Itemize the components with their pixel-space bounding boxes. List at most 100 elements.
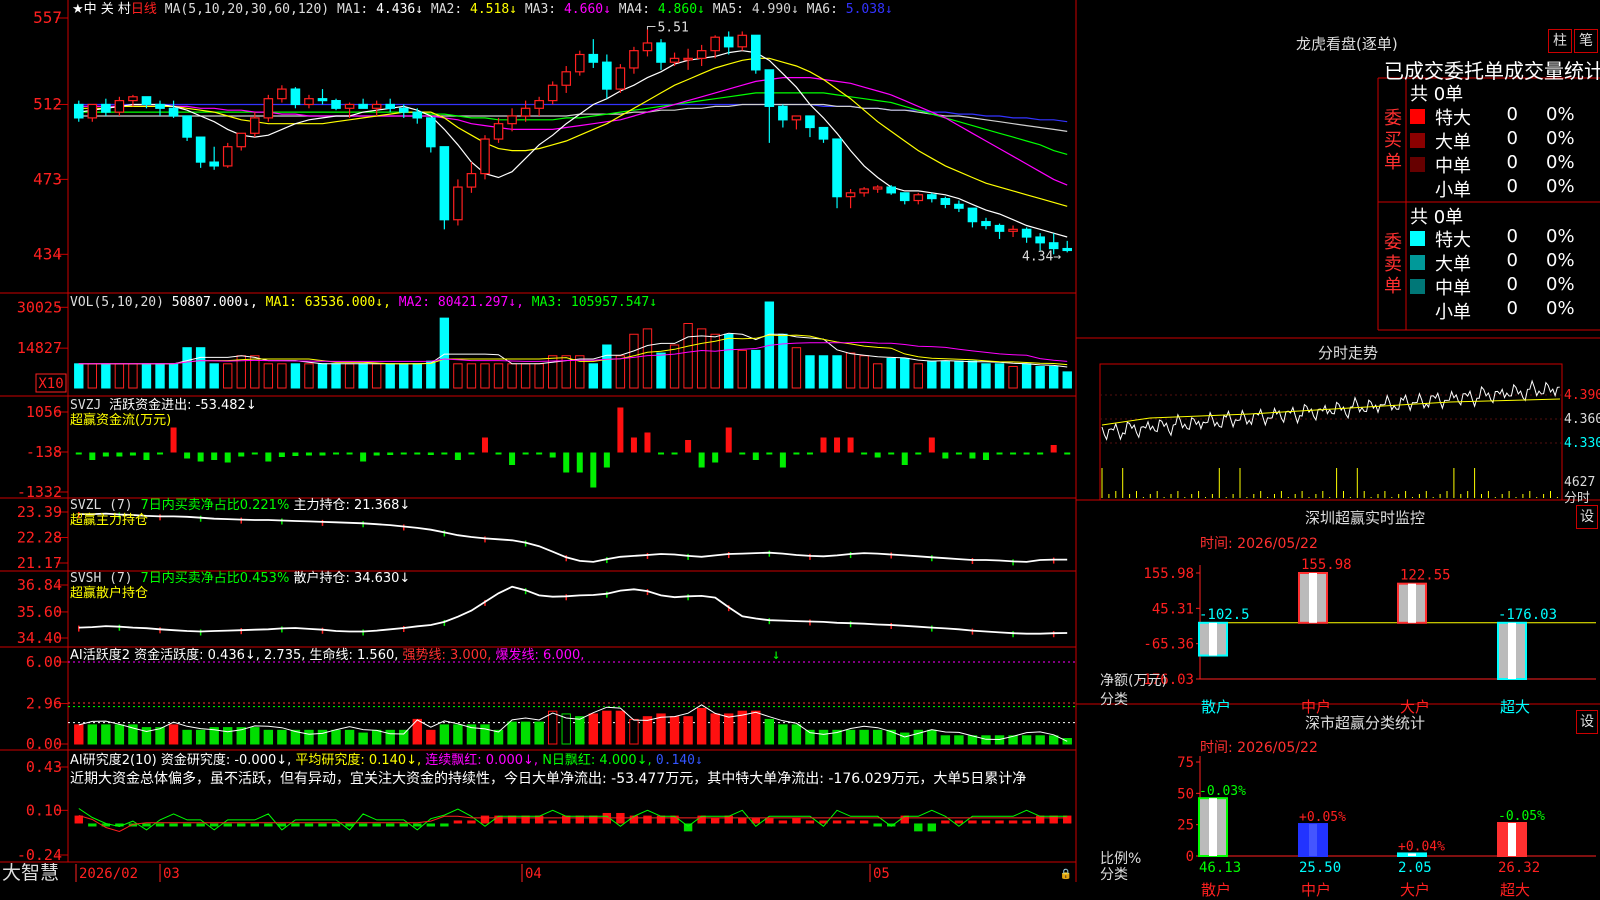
candle-body — [1062, 247, 1073, 252]
order-count: 0 — [1506, 128, 1518, 149]
flow-bar — [170, 427, 177, 453]
candle — [588, 39, 599, 68]
order-count: 0 — [1506, 226, 1518, 247]
candle-body — [669, 57, 680, 63]
volume-bar — [724, 333, 734, 389]
candle — [710, 35, 720, 59]
ai-bar — [426, 729, 436, 745]
candle — [913, 192, 924, 205]
flow-bar — [739, 452, 746, 455]
research-bar — [846, 820, 855, 824]
flow-header: SVZJ 活跃资金进出: -53.482↓ — [70, 397, 257, 413]
ai-bar — [927, 729, 937, 745]
candle-body — [290, 88, 301, 106]
candle-body — [954, 203, 964, 209]
volume-bar — [818, 355, 829, 389]
main-chart-area[interactable]: 557 512 473 434 ★中 关 村日线 MA(5,10,20,30,60,12… — [0, 0, 1100, 900]
flow-bar — [536, 452, 543, 455]
brand-logo: 大智慧 — [2, 862, 59, 884]
candle — [277, 85, 287, 103]
candle — [73, 100, 84, 122]
volume-bar — [141, 363, 152, 389]
candle-body — [439, 146, 450, 221]
candle — [967, 207, 978, 228]
classify-title: 深市超赢分类统计 — [1305, 714, 1426, 732]
candle-body — [222, 146, 233, 167]
ai-bar — [683, 716, 693, 745]
flow-bar — [617, 407, 624, 453]
candle — [87, 103, 98, 122]
research-bar — [88, 823, 97, 827]
ai-tick-label: 2.96 — [26, 695, 62, 713]
flow-bar — [454, 452, 461, 460]
candle-body — [398, 107, 409, 113]
ai-bar — [751, 710, 761, 745]
flow-bar — [238, 452, 245, 457]
candle-body — [358, 103, 368, 109]
candle — [493, 117, 504, 143]
candle — [886, 185, 897, 195]
order-count: 0 — [1506, 152, 1518, 173]
svzl-panel-subtitle: 超赢主力持仓 — [70, 512, 148, 528]
ai-bar — [791, 724, 802, 745]
research-tick-label: 0.43 — [26, 758, 62, 776]
candle-body — [182, 115, 192, 138]
svzl-panel-header: SVZL (7) 7日内买卖净占比0.221% 主力持仓: 21.368↓ — [70, 497, 410, 513]
stroke-mode-button[interactable]: 笔 — [1574, 29, 1598, 53]
candle-body — [304, 98, 314, 106]
svzl-panel-tick-label: 23.39 — [17, 503, 62, 521]
candle — [574, 50, 585, 76]
research-bar — [169, 823, 178, 827]
candle-body — [832, 138, 842, 198]
ma10-line — [78, 57, 1068, 207]
ai-bar — [629, 718, 639, 745]
flow-bar — [996, 452, 1003, 455]
flow-bar — [292, 452, 299, 456]
candle — [101, 98, 111, 116]
research-bar — [873, 823, 882, 827]
ai-bar — [168, 724, 179, 745]
flow-bar — [590, 452, 597, 488]
flow-bar — [89, 452, 96, 460]
date-label: 03 — [163, 866, 180, 882]
research-bar — [182, 823, 192, 827]
bottom-bar: 大智慧 2026/02 03 04 05 🔒 — [2, 862, 1072, 884]
research-bar — [196, 823, 205, 827]
research-bar — [778, 820, 788, 824]
svsh-panel-tick-label: 36.84 — [17, 576, 62, 594]
order-percent: 0% — [1546, 274, 1575, 295]
ai-bar — [480, 724, 490, 745]
order-count: 0 — [1506, 104, 1518, 125]
classify-xlabel: 分类 — [1100, 867, 1128, 883]
price-header: ★中 关 村日线 MA(5,10,20,30,60,120) MA1: 4.43… — [72, 2, 893, 17]
research-bar — [927, 823, 937, 832]
monitor-settings-button[interactable]: 设 — [1576, 505, 1598, 529]
ma5-line — [78, 50, 1068, 238]
candle — [195, 136, 206, 168]
volume-bar — [615, 355, 626, 389]
right-sidebar: 龙虎看盘(逐单) 柱 笔 已成交委托单成交量统计 委买单 委卖单 共 0单 共 … — [1100, 0, 1600, 900]
ai-bar — [737, 710, 747, 745]
candle-body — [520, 107, 531, 117]
order-count: 0 — [1506, 250, 1518, 271]
high-marker-label: 5.51 — [657, 21, 688, 36]
flow-bar — [671, 452, 678, 455]
order-percent: 0% — [1546, 128, 1575, 149]
candle-body — [899, 192, 910, 202]
candle — [304, 94, 314, 109]
volume-bar — [872, 363, 883, 389]
ai-bar — [818, 729, 829, 745]
volume-bar — [453, 363, 463, 389]
candle-body — [1008, 228, 1018, 232]
candle — [371, 100, 382, 116]
flow-bar — [658, 452, 665, 455]
bar-mode-button[interactable]: 柱 — [1548, 29, 1572, 53]
volume-bar — [263, 363, 274, 389]
ai-bar — [981, 735, 991, 745]
classify-settings-button[interactable]: 设 — [1576, 710, 1598, 734]
candle-body — [101, 103, 111, 113]
flow-bar — [224, 452, 231, 463]
candle — [182, 115, 192, 141]
vol-unit-label: X10 — [38, 376, 63, 392]
candle-body — [764, 69, 775, 107]
